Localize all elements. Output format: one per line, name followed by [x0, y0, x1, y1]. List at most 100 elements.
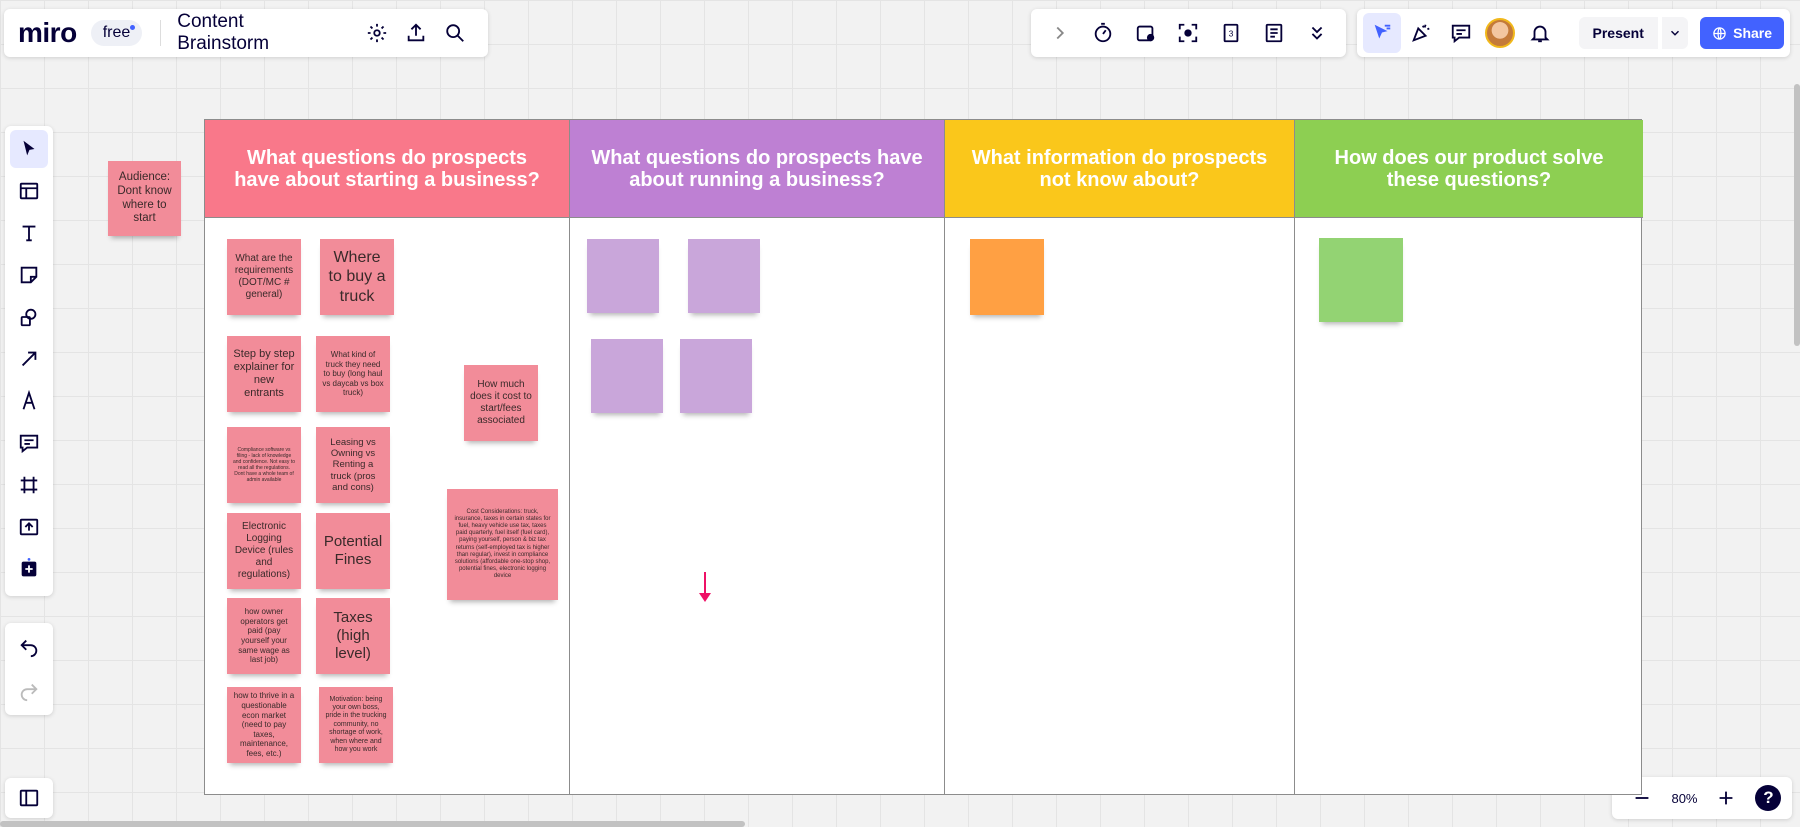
- column-header[interactable]: How does our product solve these questio…: [1295, 120, 1643, 218]
- sticky-note-text: Motivation: being your own boss, pride i…: [325, 695, 387, 753]
- upload-tool[interactable]: [10, 508, 48, 546]
- column-product-solutions: How does our product solve these questio…: [1295, 120, 1643, 794]
- user-toolbar: Present Share: [1357, 9, 1790, 57]
- zoom-level[interactable]: 80%: [1671, 791, 1697, 806]
- settings-button[interactable]: [358, 13, 397, 53]
- frame-tool[interactable]: [10, 466, 48, 504]
- chevron-right-icon: [1056, 26, 1065, 40]
- pen-icon: [22, 390, 36, 410]
- shapes-icon: [20, 308, 37, 327]
- sticky-note[interactable]: how owner operators get paid (pay yourse…: [227, 598, 301, 674]
- board-title[interactable]: Content Brainstorm: [177, 11, 336, 55]
- column-header[interactable]: What questions do prospects have about s…: [205, 120, 569, 218]
- undo-button[interactable]: [9, 627, 49, 667]
- sticky-note-text: Cost Considerations: truck, insurance, t…: [454, 508, 551, 580]
- sticky-note-icon: [20, 266, 38, 284]
- audience-sticky-note[interactable]: Audience: Dont know where to start: [108, 161, 181, 236]
- sticky-note[interactable]: Cost Considerations: truck, insurance, t…: [447, 489, 558, 600]
- notes-icon: [1265, 23, 1283, 43]
- sticky-note[interactable]: Motivation: being your own boss, pride i…: [319, 687, 393, 763]
- notes-button[interactable]: [1254, 13, 1294, 53]
- sticky-note[interactable]: What are the requirements (DOT/MC # gene…: [227, 239, 301, 315]
- help-button[interactable]: ?: [1755, 785, 1782, 811]
- zoom-in-button[interactable]: [1706, 778, 1746, 818]
- miro-logo[interactable]: miro: [18, 17, 77, 49]
- sticky-note-tool[interactable]: [10, 256, 48, 294]
- shapes-tool[interactable]: [10, 298, 48, 336]
- user-avatar-button[interactable]: [1482, 13, 1520, 53]
- share-button[interactable]: Share: [1700, 17, 1785, 49]
- redo-button[interactable]: [9, 671, 49, 711]
- sticky-note-empty[interactable]: [688, 239, 760, 313]
- notifications-button[interactable]: [1521, 13, 1559, 53]
- left-toolbar: [5, 126, 53, 596]
- sticky-note-empty[interactable]: [680, 339, 752, 413]
- sticky-note-text: Compliance software vs filing - lack of …: [233, 447, 295, 483]
- sticky-note-empty[interactable]: [587, 239, 659, 313]
- svg-text:3: 3: [1229, 30, 1234, 39]
- plan-badge[interactable]: free: [90, 20, 143, 46]
- focus-icon: [1179, 23, 1198, 43]
- focus-button[interactable]: [1168, 13, 1208, 53]
- party-popper-icon: [1412, 24, 1430, 42]
- expand-button[interactable]: [1040, 13, 1080, 53]
- sticky-note-empty[interactable]: [970, 239, 1044, 315]
- connector-arrow[interactable]: [699, 572, 711, 602]
- calendar-button[interactable]: 3: [1211, 13, 1251, 53]
- globe-icon: [1713, 26, 1726, 40]
- collaboration-toolbar: 3: [1031, 9, 1346, 57]
- sticky-note[interactable]: What kind of truck they need to buy (lon…: [316, 336, 390, 412]
- horizontal-scrollbar[interactable]: [0, 821, 745, 827]
- plus-icon: [21, 558, 37, 577]
- export-button[interactable]: [397, 13, 436, 53]
- present-button[interactable]: Present: [1578, 17, 1658, 49]
- share-label: Share: [1733, 25, 1773, 41]
- sticky-note-text: how to thrive in a questionable econ mar…: [233, 691, 295, 758]
- reactions-button[interactable]: [1403, 13, 1441, 53]
- pen-tool[interactable]: [10, 382, 48, 420]
- timer-icon: [1094, 22, 1112, 43]
- column-header[interactable]: What information do prospects not know a…: [945, 120, 1294, 218]
- column-running-business: What questions do prospects have about r…: [570, 120, 945, 794]
- sticky-note[interactable]: Electronic Logging Device (rules and reg…: [227, 513, 301, 589]
- vertical-scrollbar[interactable]: [1794, 84, 1800, 346]
- sticky-note[interactable]: Compliance software vs filing - lack of …: [227, 427, 301, 503]
- present-options-button[interactable]: [1661, 17, 1689, 49]
- select-icon: [23, 140, 35, 156]
- comments-button[interactable]: [1442, 13, 1480, 53]
- sticky-note[interactable]: Step by step explainer for new entrants: [227, 336, 301, 412]
- apps-tool[interactable]: [10, 550, 48, 588]
- cursor-mode-button[interactable]: [1363, 13, 1401, 53]
- templates-icon: [19, 182, 39, 200]
- text-icon: [22, 225, 36, 242]
- sticky-note-empty[interactable]: [1319, 238, 1403, 322]
- search-button[interactable]: [435, 13, 474, 53]
- undo-redo-panel: [5, 623, 53, 715]
- connector-tool[interactable]: [10, 340, 48, 378]
- sticky-note[interactable]: Where to buy a truck: [320, 239, 394, 315]
- sticky-note[interactable]: Taxes (high level): [316, 598, 390, 674]
- voting-icon: [1136, 25, 1154, 42]
- top-left-panel: miro free Content Brainstorm: [4, 9, 488, 57]
- more-button[interactable]: [1297, 13, 1337, 53]
- sticky-note-empty[interactable]: [591, 339, 663, 413]
- select-tool[interactable]: [10, 130, 48, 168]
- sticky-note[interactable]: Potential Fines: [316, 513, 390, 589]
- text-tool[interactable]: [10, 214, 48, 252]
- audience-note-text: Audience: Dont know where to start: [117, 170, 172, 225]
- sticky-note[interactable]: How much does it cost to start/fees asso…: [464, 365, 538, 441]
- voting-button[interactable]: [1126, 13, 1166, 53]
- templates-tool[interactable]: [10, 172, 48, 210]
- sticky-note[interactable]: how to thrive in a questionable econ mar…: [227, 687, 301, 763]
- comment-tool[interactable]: [10, 424, 48, 462]
- chevron-double-down-icon: [1311, 26, 1322, 40]
- timer-button[interactable]: [1083, 13, 1123, 53]
- sticky-note-text: How much does it cost to start/fees asso…: [470, 379, 532, 426]
- sticky-note-text: Electronic Logging Device (rules and reg…: [234, 521, 294, 580]
- board-table[interactable]: What questions do prospects have about s…: [204, 119, 1643, 795]
- column-header[interactable]: What questions do prospects have about r…: [570, 120, 944, 218]
- sticky-note[interactable]: Leasing vs Owning vs Renting a truck (pr…: [316, 427, 390, 503]
- sidebar-toggle-panel: [5, 778, 53, 818]
- calendar-icon: 3: [1223, 23, 1239, 43]
- sidebar-toggle-button[interactable]: [9, 778, 49, 818]
